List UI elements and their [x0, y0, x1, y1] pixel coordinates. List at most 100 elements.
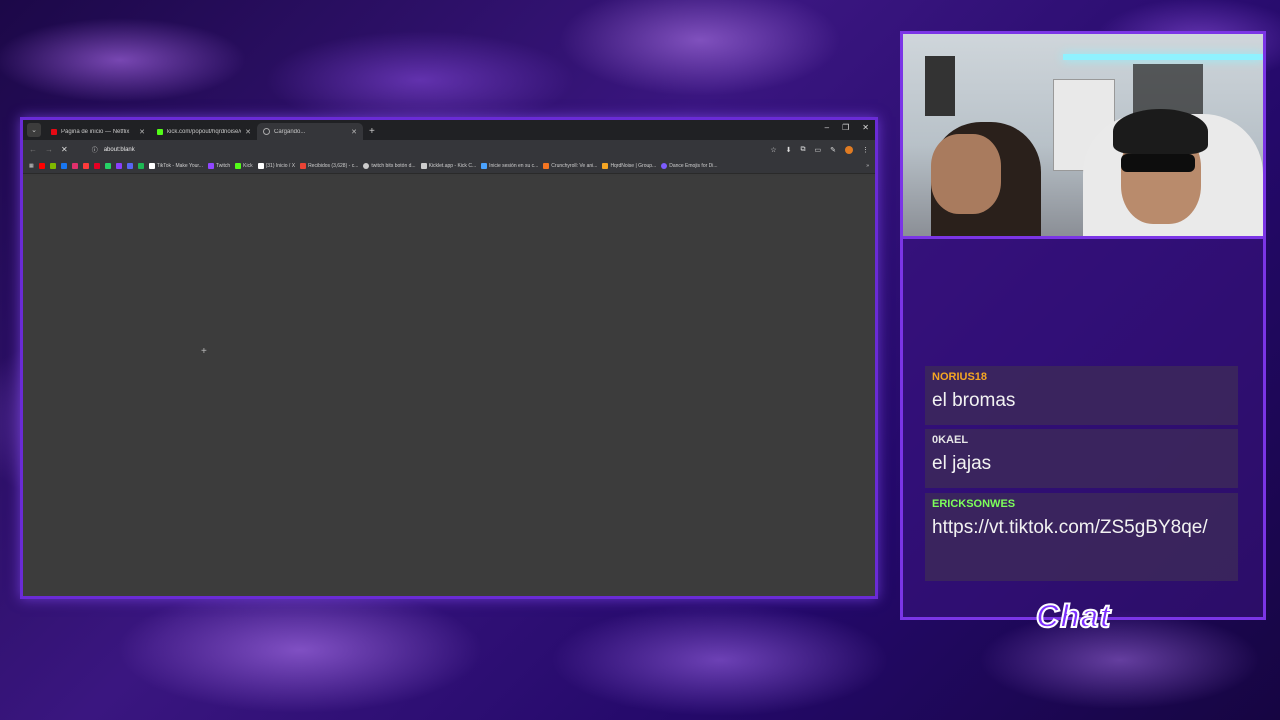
chat-title: Chat: [1035, 597, 1112, 635]
crunchyroll-icon: [543, 163, 550, 169]
minimize-icon[interactable]: –: [825, 123, 829, 132]
more-bookmarks-icon[interactable]: »: [866, 163, 869, 169]
extensions-icon[interactable]: ⧉: [801, 146, 806, 154]
tab-title: kick.com/popout/hqrdnoise/ch: [167, 128, 242, 135]
hair-right: [1113, 109, 1208, 154]
kick-icon: [235, 163, 242, 169]
bookmark-label: (31) Inicio / X: [265, 163, 296, 169]
bookmarks-bar: ▦ TikTok - Make Your... Twitch Kick (31)…: [23, 159, 875, 174]
bookmark-item[interactable]: twitch bits botón d...: [363, 163, 416, 169]
profile-avatar[interactable]: [845, 145, 853, 154]
x-icon: [257, 163, 264, 169]
close-icon[interactable]: ✕: [245, 128, 251, 136]
chat-message: NORIUS18 el bromas: [925, 366, 1238, 425]
chat-text: https://vt.tiktok.com/ZS5gBY8qe/: [932, 517, 1208, 538]
messenger-icon[interactable]: [115, 163, 122, 169]
led-strip: [1063, 54, 1263, 60]
chat-text: el jajas: [932, 453, 992, 474]
bookmark-item[interactable]: (31) Inicio / X: [257, 163, 296, 169]
kick-favicon-icon: [157, 128, 163, 135]
download-icon[interactable]: ⬇: [786, 146, 792, 154]
pinterest-icon[interactable]: [93, 163, 100, 169]
instagram-icon[interactable]: [71, 163, 78, 169]
bookmark-label: Kicklet.app - Kick C...: [428, 163, 477, 169]
forward-arrow-icon[interactable]: →: [45, 145, 53, 154]
bookmark-label: Inicie sesión en su c...: [489, 163, 539, 169]
chat-message: ERICKSONWES https://vt.tiktok.com/ZS5gBY…: [925, 493, 1238, 581]
bookmark-item[interactable]: Inicie sesión en su c...: [481, 163, 538, 169]
bookmark-label: Kick: [243, 163, 253, 169]
kicklet-icon: [420, 163, 427, 169]
bookmark-item[interactable]: Dance Emojis for Di...: [661, 163, 718, 169]
chat-message: 0KAEL el jajas: [925, 429, 1238, 488]
spotify-icon[interactable]: [137, 163, 144, 169]
sidebar-icon[interactable]: ▭: [815, 146, 822, 154]
tab-kick[interactable]: kick.com/popout/hqrdnoise/ch ✕: [151, 123, 257, 140]
site-info-icon[interactable]: ⓘ: [92, 145, 98, 154]
restore-icon[interactable]: ❐: [842, 123, 849, 132]
apps-grid-icon[interactable]: ▦: [29, 163, 34, 169]
chevron-down-icon: ⌄: [31, 127, 37, 134]
window-controls: – ❐ ✕: [825, 123, 869, 132]
bookmark-item[interactable]: Recibidos (3,628) - c...: [300, 163, 358, 169]
wall-poster: [925, 56, 955, 116]
tab-search-button[interactable]: ⌄: [27, 123, 41, 137]
address-bar[interactable]: ⓘ about:blank: [75, 143, 763, 156]
toolbar-actions: ☆ ⬇ ⧉ ▭ ✎ ⋮: [770, 145, 869, 154]
tab-loading[interactable]: Cargando... ✕: [257, 123, 363, 140]
youtube-icon[interactable]: [38, 163, 45, 169]
bookmark-item[interactable]: TikTok - Make Your...: [148, 163, 203, 169]
whatsapp-icon[interactable]: [104, 163, 111, 169]
chat-username: NORIUS18: [932, 371, 988, 383]
webcam-feed: [900, 31, 1266, 239]
stop-icon[interactable]: ✕: [61, 145, 68, 154]
microsoft-icon[interactable]: [49, 163, 56, 169]
bookmark-label: Twitch: [215, 163, 231, 169]
bookmark-item[interactable]: Twitch: [207, 163, 231, 169]
emoji-icon: [661, 163, 668, 169]
browser-window: ⌄ Página de inicio — Netflix ✕ kick.com/…: [20, 117, 878, 599]
browser-toolbar: ← → ✕ ⓘ about:blank ☆ ⬇ ⧉ ▭ ✎ ⋮: [23, 140, 875, 159]
bookmark-label: HqrdNoise | Group...: [610, 163, 657, 169]
hqrdnoise-icon: [602, 163, 609, 169]
crosshair-cursor-icon: +: [201, 346, 207, 357]
bookmark-item[interactable]: Kicklet.app - Kick C...: [420, 163, 477, 169]
chat-text: el bromas: [932, 390, 1016, 411]
page-content[interactable]: +: [23, 176, 875, 596]
menu-dots-icon[interactable]: ⋮: [862, 146, 869, 154]
chat-panel: NORIUS18 el bromas 0KAEL el jajas ERICKS…: [900, 239, 1266, 620]
back-arrow-icon[interactable]: ←: [29, 145, 37, 154]
chat-username: 0KAEL: [932, 434, 969, 446]
bookmark-label: Crunchyroll: Ve ani...: [551, 163, 598, 169]
bookmark-item[interactable]: Kick: [235, 163, 253, 169]
gmail-icon: [300, 163, 307, 169]
sunglasses: [1121, 154, 1195, 172]
close-icon[interactable]: ✕: [139, 128, 145, 136]
tab-title: Página de inicio — Netflix: [61, 128, 130, 135]
globe-icon: [363, 163, 370, 169]
face-left: [931, 134, 1001, 214]
close-icon[interactable]: ✕: [351, 128, 357, 136]
bookmark-label: Dance Emojis for Di...: [669, 163, 718, 169]
bookmark-label: Recibidos (3,628) - c...: [308, 163, 359, 169]
new-tab-plus-icon[interactable]: +: [369, 126, 375, 137]
login-icon: [481, 163, 488, 169]
star-bookmark-icon[interactable]: ☆: [770, 146, 776, 154]
youtube-music-icon[interactable]: [82, 163, 89, 169]
tiktok-icon: [148, 163, 155, 169]
loading-spinner-icon: [263, 128, 270, 135]
bookmark-item[interactable]: HqrdNoise | Group...: [602, 163, 656, 169]
close-window-icon[interactable]: ✕: [862, 123, 869, 132]
bookmark-label: TikTok - Make Your...: [156, 163, 203, 169]
tab-strip: ⌄ Página de inicio — Netflix ✕ kick.com/…: [23, 120, 875, 140]
address-text: about:blank: [103, 146, 135, 153]
facebook-icon[interactable]: [60, 163, 67, 169]
discord-icon[interactable]: [126, 163, 133, 169]
twitch-icon: [207, 163, 214, 169]
tab-netflix[interactable]: Página de inicio — Netflix ✕: [45, 123, 151, 140]
edit-icon[interactable]: ✎: [830, 146, 836, 154]
netflix-favicon-icon: [51, 128, 57, 135]
chat-username: ERICKSONWES: [932, 498, 1016, 510]
bookmark-label: twitch bits botón d...: [371, 163, 416, 169]
bookmark-item[interactable]: Crunchyroll: Ve ani...: [543, 163, 597, 169]
